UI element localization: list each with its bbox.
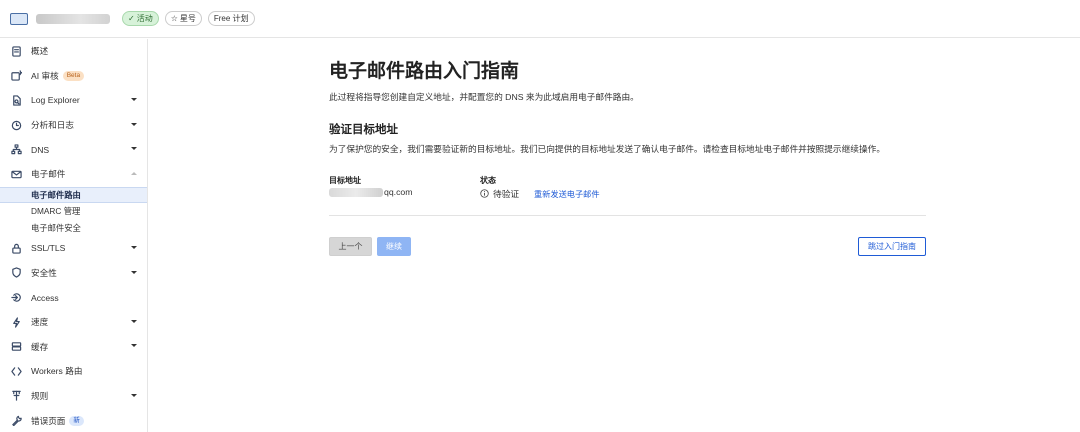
chevron-down-icon[interactable] bbox=[131, 98, 137, 102]
continue-button[interactable]: 继续 bbox=[377, 237, 411, 256]
status-badge: ✓ 活动 bbox=[122, 11, 159, 26]
skip-onboarding-button[interactable]: 跳过入门指南 bbox=[858, 237, 926, 256]
lightning-icon bbox=[9, 315, 23, 329]
info-icon bbox=[480, 189, 489, 198]
lock-icon bbox=[9, 241, 23, 255]
chevron-up-icon[interactable] bbox=[131, 171, 137, 175]
log-icon bbox=[9, 93, 23, 107]
previous-button[interactable]: 上一个 bbox=[329, 237, 372, 256]
sidebar: 概述 AI 审核 Beta Log Explorer 分析和日志 DNS 电子邮… bbox=[0, 39, 148, 432]
clock-icon bbox=[9, 118, 23, 132]
sidebar-item-ai-audit[interactable]: AI 审核 Beta bbox=[0, 64, 147, 89]
sidebar-item-speed[interactable]: 速度 bbox=[0, 310, 147, 335]
cache-icon bbox=[9, 340, 23, 354]
chevron-down-icon[interactable] bbox=[131, 319, 137, 323]
shield-icon bbox=[9, 266, 23, 280]
page-description: 此过程将指导您创建自定义地址，并配置您的 DNS 来为此域启用电子邮件路由。 bbox=[329, 92, 639, 102]
sidebar-item-access[interactable]: Access bbox=[0, 285, 147, 310]
section-description: 为了保护您的安全，我们需要验证新的目标地址。我们已向提供的目标地址发送了确认电子… bbox=[329, 144, 885, 154]
star-icon: ☆ bbox=[170, 14, 178, 23]
chevron-down-icon[interactable] bbox=[131, 122, 137, 126]
star-button[interactable]: ☆ 星号 bbox=[164, 11, 202, 26]
target-address-value: qq.com bbox=[329, 187, 413, 197]
site-icon bbox=[10, 12, 28, 25]
divider bbox=[329, 215, 926, 216]
section-title: 验证目标地址 bbox=[329, 124, 398, 136]
rules-icon bbox=[9, 389, 23, 403]
check-icon: ✓ bbox=[128, 14, 135, 23]
sidebar-item-error-pages[interactable]: 错误页面 新 bbox=[0, 408, 147, 432]
sidebar-item-workers-routes[interactable]: Workers 路由 bbox=[0, 359, 147, 384]
sidebar-subitem-email-routing[interactable]: 电子邮件路由 bbox=[0, 186, 147, 204]
target-address-label: 目标地址 bbox=[329, 176, 361, 185]
sidebar-item-rules[interactable]: 规则 bbox=[0, 384, 147, 409]
sidebar-item-security[interactable]: 安全性 bbox=[0, 261, 147, 286]
chevron-down-icon[interactable] bbox=[131, 344, 137, 348]
mail-icon bbox=[9, 167, 23, 181]
document-icon bbox=[9, 44, 23, 58]
chevron-down-icon[interactable] bbox=[131, 147, 137, 151]
top-bar: ✓ 活动 ☆ 星号 Free 计划 bbox=[0, 0, 1080, 38]
sidebar-subitem-dmarc[interactable]: DMARC 管理 bbox=[0, 203, 147, 220]
chevron-down-icon[interactable] bbox=[131, 393, 137, 397]
ai-audit-icon bbox=[9, 69, 23, 83]
access-icon bbox=[9, 291, 23, 305]
sidebar-item-analytics[interactable]: 分析和日志 bbox=[0, 113, 147, 138]
chevron-down-icon[interactable] bbox=[131, 246, 137, 250]
network-icon bbox=[9, 143, 23, 157]
page-title: 电子邮件路由入门指南 bbox=[329, 61, 520, 82]
workers-icon bbox=[9, 364, 23, 378]
beta-badge: Beta bbox=[62, 70, 85, 81]
status-label: 状态 bbox=[480, 176, 496, 185]
sidebar-item-log-explorer[interactable]: Log Explorer bbox=[0, 88, 147, 113]
sidebar-item-overview[interactable]: 概述 bbox=[0, 39, 147, 64]
plan-badge[interactable]: Free 计划 bbox=[207, 11, 255, 26]
sidebar-item-email[interactable]: 电子邮件 bbox=[0, 162, 147, 187]
sidebar-subitem-email-security[interactable]: 电子邮件安全 bbox=[0, 220, 147, 237]
sidebar-item-dns[interactable]: DNS bbox=[0, 137, 147, 162]
resend-email-link[interactable]: 重新发送电子邮件 bbox=[534, 188, 600, 200]
redacted-email-local-part bbox=[329, 187, 383, 197]
status-value: 待验证 bbox=[480, 187, 519, 200]
new-badge: 新 bbox=[69, 415, 84, 426]
site-name-redacted[interactable] bbox=[36, 13, 110, 24]
wrench-icon bbox=[9, 414, 23, 428]
chevron-down-icon[interactable] bbox=[131, 270, 137, 274]
sidebar-item-cache[interactable]: 缓存 bbox=[0, 334, 147, 359]
sidebar-item-ssl[interactable]: SSL/TLS bbox=[0, 236, 147, 261]
